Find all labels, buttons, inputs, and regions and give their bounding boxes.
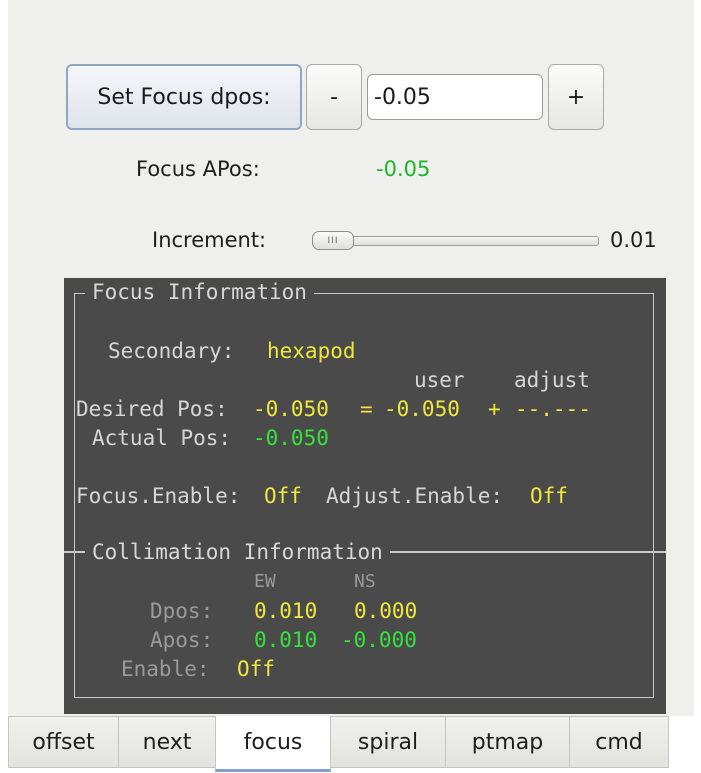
- user-column-header: user: [414, 368, 465, 392]
- apos-label: Apos:: [150, 628, 214, 652]
- focus-info-frame: [74, 293, 654, 551]
- user-value: -0.050: [384, 397, 460, 421]
- increment-value: 0.01: [610, 228, 657, 252]
- apos-ns-value: -0.000: [341, 628, 417, 652]
- set-focus-dpos-button[interactable]: Set Focus dpos:: [66, 64, 302, 130]
- plus-sign: +: [488, 397, 501, 421]
- secondary-value: hexapod: [267, 339, 356, 363]
- dpos-label: Dpos:: [150, 599, 214, 623]
- tab-spiral[interactable]: spiral: [330, 716, 446, 768]
- adjust-value: --.---: [515, 397, 591, 421]
- tab-ptmap[interactable]: ptmap: [445, 716, 570, 768]
- adjust-column-header: adjust: [514, 368, 590, 392]
- focus-info-terminal: Focus Information Secondary: hexapod use…: [64, 278, 666, 714]
- desired-pos-label: Desired Pos:: [76, 397, 228, 421]
- apos-ew-value: 0.010: [254, 628, 318, 652]
- tab-bar: offset next focus spiral ptmap cmd: [8, 716, 694, 773]
- actual-pos-label: Actual Pos:: [92, 426, 232, 450]
- focus-enable-value: Off: [264, 484, 302, 508]
- focus-apos-label: Focus APos:: [136, 157, 260, 181]
- increment-slider-track[interactable]: [349, 236, 599, 246]
- increment-button[interactable]: +: [548, 64, 604, 130]
- focus-enable-label: Focus.Enable:: [76, 484, 241, 508]
- adjust-enable-value: Off: [530, 484, 568, 508]
- collimation-title: Collimation Information: [85, 540, 390, 564]
- dpos-ew-value: 0.010: [254, 599, 318, 623]
- desired-pos-value: -0.050: [253, 397, 329, 421]
- tab-offset[interactable]: offset: [8, 716, 119, 768]
- equals-sign: =: [360, 397, 373, 421]
- increment-slider-handle[interactable]: III: [312, 231, 354, 250]
- adjust-enable-label: Adjust.Enable:: [326, 484, 504, 508]
- focus-dpos-input[interactable]: -0.05: [367, 74, 543, 120]
- actual-pos-value: -0.050: [253, 426, 329, 450]
- tab-cmd[interactable]: cmd: [569, 716, 669, 768]
- ns-column-header: NS: [354, 571, 376, 592]
- dpos-ns-value: 0.000: [354, 599, 418, 623]
- increment-label: Increment:: [152, 228, 267, 252]
- ew-column-header: EW: [254, 571, 276, 592]
- secondary-label: Secondary:: [108, 339, 235, 363]
- focus-info-title: Focus Information: [85, 280, 314, 304]
- enable-label: Enable:: [121, 657, 210, 681]
- focus-apos-value: -0.05: [376, 157, 431, 181]
- enable-value: Off: [237, 657, 275, 681]
- tab-focus[interactable]: focus: [215, 716, 331, 772]
- tab-next[interactable]: next: [118, 716, 216, 768]
- decrement-button[interactable]: -: [306, 64, 362, 130]
